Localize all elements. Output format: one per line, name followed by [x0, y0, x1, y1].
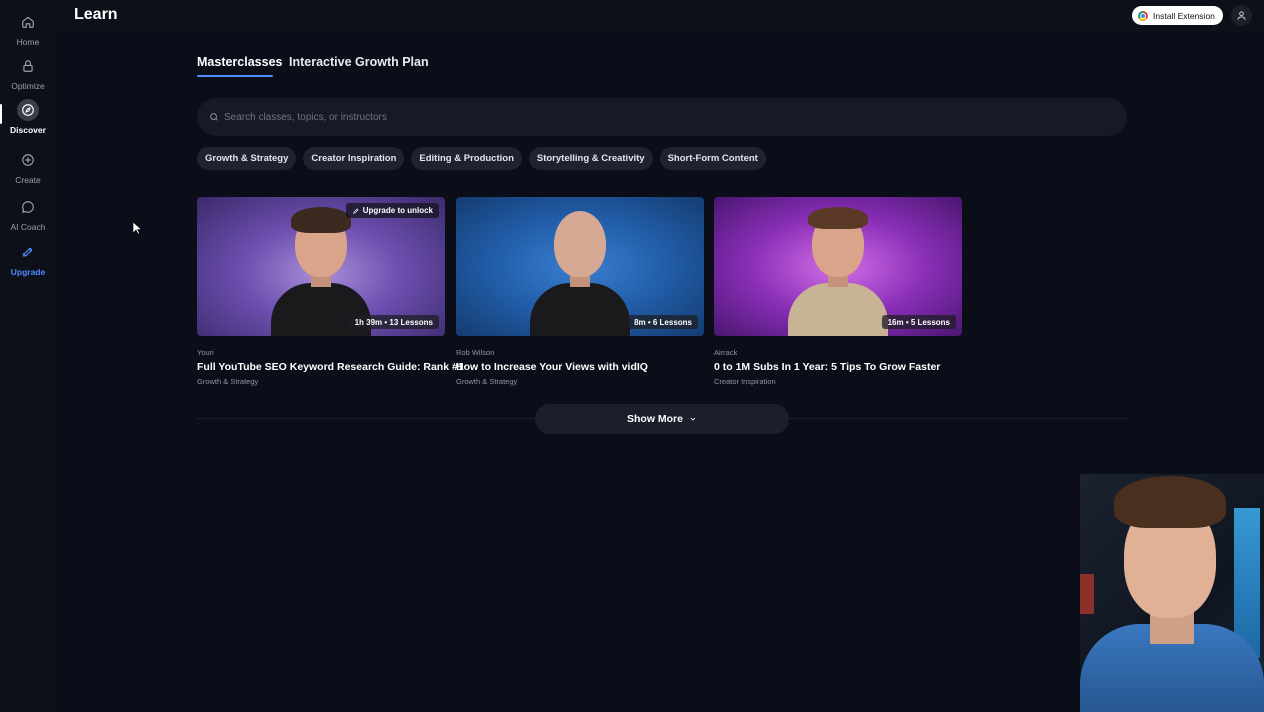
tab-interactive-growth-plan[interactable]: Interactive Growth Plan: [289, 55, 429, 69]
category-filter-chips: Growth & Strategy Creator Inspiration Ed…: [197, 147, 766, 170]
webcam-overlay: [1080, 474, 1264, 712]
course-card[interactable]: 16m • 5 Lessons Airrack 0 to 1M Subs In …: [714, 197, 962, 386]
chat-icon: [17, 196, 39, 218]
course-title: How to Increase Your Views with vidIQ: [456, 361, 648, 373]
sidebar-item-upgrade[interactable]: Upgrade: [0, 241, 56, 277]
course-category: Growth & Strategy: [456, 377, 518, 386]
sidebar-item-label: Create: [15, 175, 41, 185]
chip-creator-inspiration[interactable]: Creator Inspiration: [303, 147, 405, 170]
chip-growth-strategy[interactable]: Growth & Strategy: [197, 147, 297, 170]
active-tab-underline: [197, 75, 273, 77]
home-icon: [17, 11, 39, 33]
search-bar[interactable]: [197, 98, 1127, 136]
course-card[interactable]: Upgrade to unlock 1h 39m • 13 Lessons Yo…: [197, 197, 464, 386]
show-more-label: Show More: [626, 413, 683, 425]
user-menu-button[interactable]: [1231, 5, 1252, 26]
sidebar-item-discover[interactable]: Discover: [0, 99, 56, 135]
compass-icon: [17, 99, 39, 121]
chip-storytelling-creativity[interactable]: Storytelling & Creativity: [528, 147, 653, 170]
instructor-name: Rob Wilson: [456, 348, 495, 357]
chip-short-form-content[interactable]: Short-Form Content: [659, 147, 766, 170]
install-extension-label: Install Extension: [1153, 10, 1215, 21]
mouse-cursor-icon: [133, 222, 142, 235]
chrome-icon: [1138, 10, 1148, 21]
sidebar-item-ai-coach[interactable]: AI Coach: [0, 196, 56, 232]
instructor-photo: [530, 211, 630, 336]
duration-badge: 1h 39m • 13 Lessons: [348, 315, 439, 329]
sidebar-item-home[interactable]: Home: [0, 11, 56, 47]
page-title: Learn: [74, 6, 118, 23]
duration-badge: 8m • 6 Lessons: [628, 315, 698, 329]
course-thumbnail: 16m • 5 Lessons: [714, 197, 962, 336]
course-thumbnail: Upgrade to unlock 1h 39m • 13 Lessons: [197, 197, 445, 336]
course-card[interactable]: 8m • 6 Lessons Rob Wilson How to Increas…: [456, 197, 704, 386]
course-category: Growth & Strategy: [197, 377, 259, 386]
sidebar-item-label: AI Coach: [10, 222, 46, 232]
search-icon: [210, 113, 218, 121]
course-title: Full YouTube SEO Keyword Research Guide:…: [197, 361, 464, 373]
rocket-icon: [352, 208, 359, 214]
course-thumbnail: 8m • 6 Lessons: [456, 197, 704, 336]
course-category: Creator Inspiration: [714, 377, 776, 386]
show-more-button[interactable]: Show More: [535, 404, 789, 434]
sidebar-item-label: Home: [16, 37, 40, 47]
sidebar-item-label: Discover: [10, 125, 46, 135]
sidebar: Home Optimize Discover Create AI Coach U…: [0, 0, 56, 712]
search-input[interactable]: [224, 111, 1104, 123]
plus-circle-icon: [17, 149, 39, 171]
sidebar-item-optimize[interactable]: Optimize: [0, 55, 56, 91]
course-title: 0 to 1M Subs In 1 Year: 5 Tips To Grow F…: [714, 361, 941, 373]
upgrade-badge-label: Upgrade to unlock: [362, 206, 433, 215]
lock-icon: [17, 55, 39, 77]
sidebar-item-label: Optimize: [11, 81, 45, 91]
tab-masterclasses[interactable]: Masterclasses: [197, 55, 282, 69]
duration-badge: 16m • 5 Lessons: [881, 315, 956, 329]
instructor-name: Airrack: [714, 348, 738, 357]
sidebar-item-label: Upgrade: [10, 267, 46, 277]
sidebar-item-create[interactable]: Create: [0, 149, 56, 185]
instructor-photo: [788, 207, 888, 336]
chip-editing-production[interactable]: Editing & Production: [411, 147, 522, 170]
upgrade-badge: Upgrade to unlock: [345, 203, 439, 218]
instructor-name: Youri: [197, 348, 214, 357]
rocket-icon: [17, 241, 39, 263]
install-extension-button[interactable]: Install Extension: [1132, 6, 1223, 25]
top-bar: [56, 0, 1264, 32]
chevron-down-icon: [690, 417, 696, 421]
user-icon: [1237, 11, 1246, 20]
